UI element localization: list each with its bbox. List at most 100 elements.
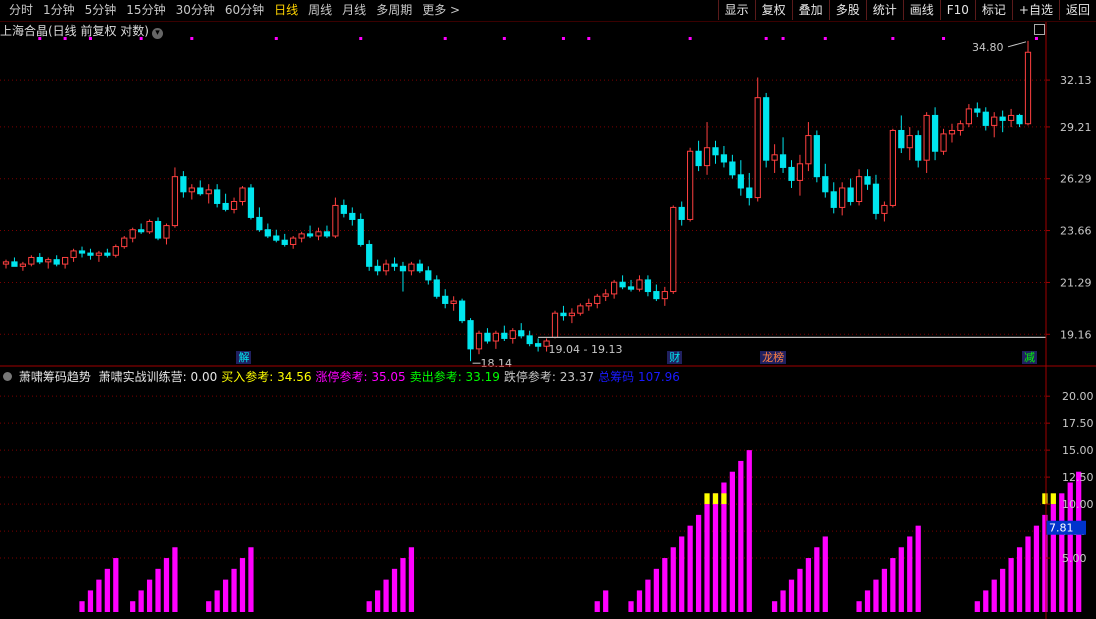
candle[interactable] <box>965 104 972 128</box>
candle[interactable] <box>796 154 804 196</box>
candle[interactable] <box>1016 113 1023 128</box>
candle[interactable] <box>695 140 702 172</box>
candle[interactable] <box>720 145 728 168</box>
indicator-name[interactable]: 萧啸筹码趋势 <box>19 370 91 384</box>
candle[interactable] <box>509 328 516 344</box>
candle[interactable] <box>492 330 500 349</box>
candle[interactable] <box>70 248 77 262</box>
candle[interactable] <box>442 289 449 309</box>
candle[interactable] <box>974 102 981 118</box>
candle[interactable] <box>298 231 305 243</box>
candle[interactable] <box>813 130 820 183</box>
candle[interactable] <box>366 240 373 271</box>
candle[interactable] <box>129 227 136 243</box>
candle[interactable] <box>36 253 43 265</box>
candle[interactable] <box>332 197 339 239</box>
candle[interactable] <box>340 199 347 218</box>
candle[interactable] <box>661 286 668 306</box>
candle[interactable] <box>95 250 103 262</box>
candle[interactable] <box>197 180 204 196</box>
candle[interactable] <box>611 279 618 299</box>
candle[interactable] <box>636 275 643 292</box>
indicator-menu-icon[interactable] <box>3 372 12 381</box>
candle[interactable] <box>948 123 956 143</box>
candle[interactable] <box>864 169 871 190</box>
candle[interactable] <box>112 244 119 258</box>
candle[interactable] <box>627 279 635 292</box>
candle[interactable] <box>534 338 542 352</box>
candle[interactable] <box>1024 40 1032 126</box>
candle[interactable] <box>779 137 787 173</box>
candle[interactable] <box>19 261 27 271</box>
candle[interactable] <box>915 130 922 168</box>
candle[interactable] <box>737 160 744 196</box>
candle[interactable] <box>855 169 863 206</box>
candle[interactable] <box>653 284 660 302</box>
candle[interactable] <box>577 303 584 316</box>
candle[interactable] <box>154 217 162 241</box>
candle[interactable] <box>247 184 255 220</box>
candle[interactable] <box>28 255 35 267</box>
candle[interactable] <box>408 261 415 276</box>
candle[interactable] <box>416 259 423 274</box>
candle[interactable] <box>425 266 432 285</box>
candle[interactable] <box>982 107 989 131</box>
candle[interactable] <box>906 127 913 161</box>
candle[interactable] <box>754 77 761 202</box>
candle[interactable] <box>999 110 1006 133</box>
candle[interactable] <box>551 310 559 339</box>
candle[interactable] <box>273 229 280 243</box>
candle[interactable] <box>180 171 187 198</box>
candle[interactable] <box>450 296 457 311</box>
candle[interactable] <box>138 223 145 234</box>
candle[interactable] <box>306 225 314 239</box>
candle[interactable] <box>501 325 508 342</box>
candle[interactable] <box>923 112 930 173</box>
candle[interactable] <box>568 308 576 324</box>
candle[interactable] <box>399 261 407 292</box>
event-unlock-marker[interactable]: 解 <box>236 351 252 364</box>
candle[interactable] <box>729 154 736 179</box>
candle[interactable] <box>619 275 626 290</box>
candle[interactable] <box>171 167 179 228</box>
candle[interactable] <box>11 257 18 267</box>
candle[interactable] <box>957 120 964 136</box>
candle[interactable] <box>847 178 854 206</box>
candle[interactable] <box>475 330 483 355</box>
candle[interactable] <box>670 205 677 294</box>
candle[interactable] <box>467 318 474 362</box>
candle[interactable] <box>87 248 94 260</box>
event-reduce-marker[interactable]: 减 <box>1022 351 1037 364</box>
candle[interactable] <box>687 147 694 222</box>
candle[interactable] <box>712 140 719 164</box>
candle[interactable] <box>357 213 364 247</box>
candle[interactable] <box>239 186 246 206</box>
candle[interactable] <box>830 182 837 214</box>
candle[interactable] <box>62 256 69 269</box>
candle[interactable] <box>382 259 390 276</box>
candle[interactable] <box>281 233 288 247</box>
candle[interactable] <box>771 144 778 173</box>
candle[interactable] <box>222 193 229 212</box>
candle[interactable] <box>104 248 111 258</box>
candle[interactable] <box>374 259 381 276</box>
candle[interactable] <box>788 160 795 188</box>
candle[interactable] <box>703 122 711 175</box>
candle[interactable] <box>839 182 846 216</box>
candle[interactable] <box>585 298 592 311</box>
candle[interactable] <box>53 255 60 267</box>
candle[interactable] <box>264 223 271 239</box>
candle[interactable] <box>889 128 896 208</box>
candle[interactable] <box>602 289 609 302</box>
candle[interactable] <box>256 207 263 232</box>
candle[interactable] <box>230 197 238 214</box>
candle[interactable] <box>763 92 770 168</box>
candle[interactable] <box>644 275 652 297</box>
candle[interactable] <box>121 235 128 249</box>
candle[interactable] <box>746 172 753 206</box>
candle[interactable] <box>391 257 398 271</box>
candle[interactable] <box>484 328 491 344</box>
candle[interactable] <box>526 330 533 347</box>
candle[interactable] <box>822 163 829 198</box>
candle[interactable] <box>931 107 939 161</box>
